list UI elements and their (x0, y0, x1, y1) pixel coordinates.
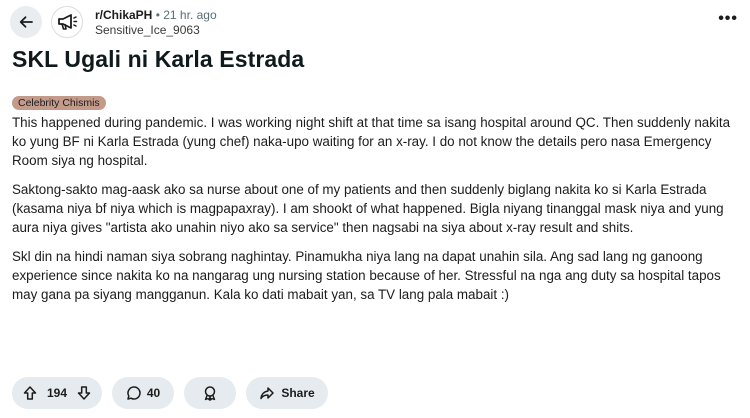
post-paragraph: Skl din na hindi naman siya sobrang nagh… (12, 249, 721, 302)
subreddit-link[interactable]: r/ChikaPH (95, 8, 152, 22)
post-paragraph: Saktong-sakto mag-aask ako sa nurse abou… (12, 182, 724, 235)
post-paragraph: This happened during pandemic. I was wor… (12, 115, 731, 168)
share-icon (260, 387, 275, 400)
megaphone-icon (58, 14, 78, 30)
award-icon (204, 386, 216, 401)
comment-icon (127, 386, 141, 400)
comment-count: 40 (146, 386, 161, 400)
upvote-icon[interactable] (22, 385, 38, 401)
share-label: Share (281, 386, 315, 400)
community-avatar[interactable] (51, 6, 83, 38)
post-flair[interactable]: Celebrity Chismis (12, 96, 106, 110)
arrow-left-icon (19, 16, 33, 28)
ellipsis-icon: ••• (718, 10, 738, 27)
post-title: SKL Ugali ni Karla Estrada (12, 46, 305, 72)
post-timestamp: 21 hr. ago (163, 8, 217, 22)
vote-control: 194 (12, 377, 102, 409)
author-link[interactable]: Sensitive_Ice_9063 (95, 23, 217, 38)
post-action-bar: 194 40 Share (12, 377, 328, 409)
award-button[interactable] (184, 377, 236, 409)
comments-button[interactable]: 40 (112, 377, 174, 409)
vote-count: 194 (46, 386, 68, 400)
back-button[interactable] (10, 6, 42, 38)
post-body: This happened during pandemic. I was wor… (12, 113, 740, 314)
downvote-icon[interactable] (76, 385, 92, 401)
share-button[interactable]: Share (246, 377, 328, 409)
meta-separator: • (155, 8, 160, 22)
post-meta: r/ChikaPH • 21 hr. ago Sensitive_Ice_906… (95, 8, 217, 38)
more-options-button[interactable]: ••• (718, 10, 738, 28)
